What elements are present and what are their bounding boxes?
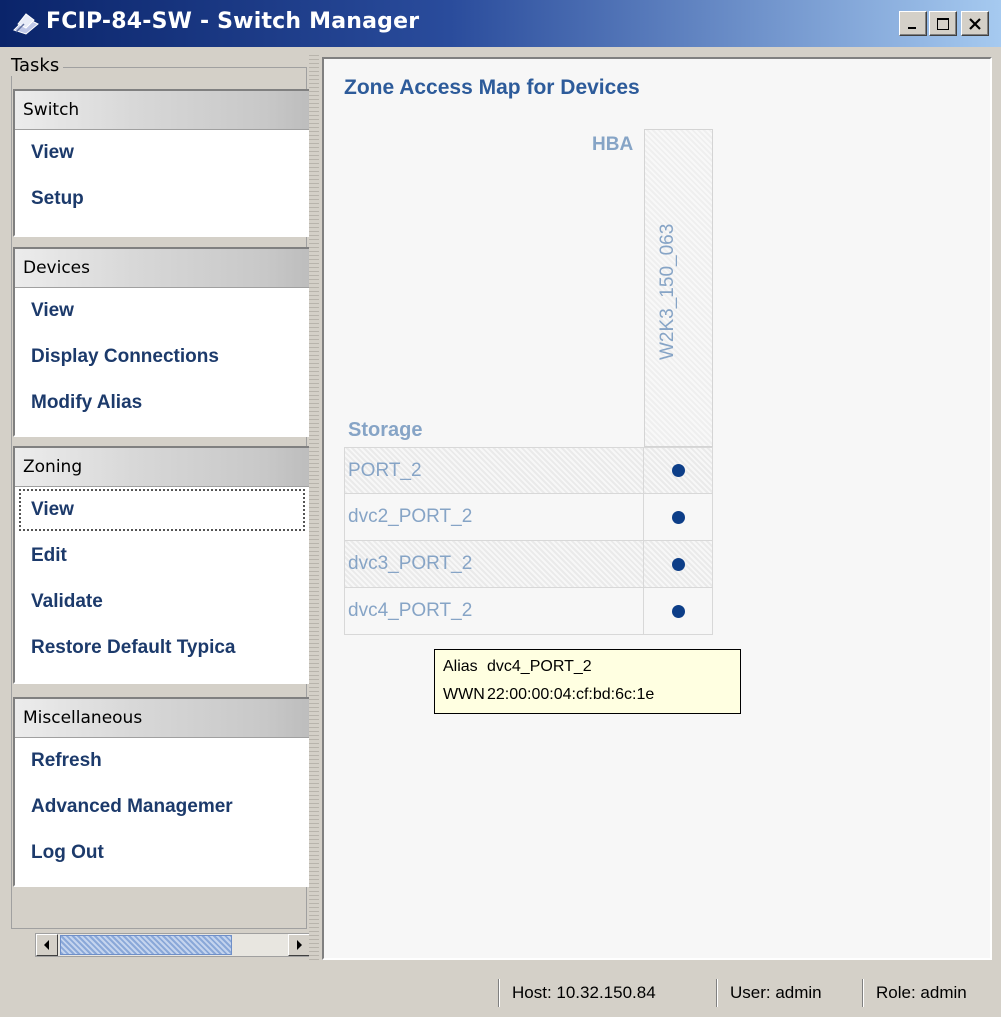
zone-member-dot [671,604,685,618]
group-header-switch: Switch [15,91,309,130]
group-header-zoning: Zoning [15,448,309,487]
window-title: FCIP-84-SW - Switch Manager [46,9,420,34]
task-log-out[interactable]: Log Out [15,830,309,876]
panel-splitter[interactable] [309,55,319,963]
hba-column-label: W2K3_150_063 [657,223,678,360]
hba-column-header[interactable]: W2K3_150_063 [644,129,713,447]
maximize-button[interactable] [929,11,957,36]
close-button[interactable] [961,11,989,36]
group-header-miscellaneous: Miscellaneous [15,699,309,738]
storage-row-label[interactable]: PORT_2 [344,447,644,494]
task-zoning-edit[interactable]: Edit [15,533,309,579]
task-zoning-validate[interactable]: Validate [15,579,309,625]
group-header-devices: Devices [15,249,309,288]
storage-axis-label: Storage [348,419,423,441]
task-modify-alias[interactable]: Modify Alias [15,380,309,426]
task-advanced-management[interactable]: Advanced Managemer [15,784,309,830]
task-switch-view[interactable]: View [15,130,309,176]
scroll-thumb[interactable] [60,935,232,955]
storage-row-label[interactable]: dvc3_PORT_2 [344,541,644,588]
status-user: User: admin [716,979,862,1007]
zone-member-dot [671,464,685,477]
device-tooltip: Alias dvc4_PORT_2 WWN 22:00:00:04:cf:bd:… [434,649,741,714]
minimize-icon [908,26,916,29]
hba-axis-label: HBA [592,134,634,155]
task-group-zoning: Zoning View Edit Validate Restore Defaul… [13,446,309,684]
tooltip-wwn-key: WWN [443,686,485,703]
storage-row: dvc2_PORT_2 [344,494,713,541]
status-bar: Host: 10.32.150.84 User: admin Role: adm… [0,965,1001,1017]
zone-cell[interactable] [644,494,713,541]
minimize-button[interactable] [899,11,927,36]
tasks-panel: Tasks Switch View Setup Devices View Dis… [9,55,309,963]
tooltip-alias-line: Alias dvc4_PORT_2 [443,653,740,681]
maximize-icon [937,17,949,30]
task-group-miscellaneous: Miscellaneous Refresh Advanced Managemer… [13,697,309,887]
scroll-left-button[interactable] [36,934,58,956]
title-bar[interactable]: FCIP-84-SW - Switch Manager [0,0,1001,47]
status-role: Role: admin [862,979,996,1007]
storage-row: dvc3_PORT_2 [344,541,713,588]
tooltip-alias-value: dvc4_PORT_2 [487,658,592,675]
task-group-switch: Switch View Setup [13,89,309,237]
storage-row-label[interactable]: dvc4_PORT_2 [344,588,644,635]
close-icon [969,17,981,30]
tooltip-alias-key: Alias [443,658,478,675]
arrow-right-icon [297,940,302,950]
task-group-devices: Devices View Display Connections Modify … [13,247,309,437]
task-switch-setup[interactable]: Setup [15,176,309,222]
storage-row-label[interactable]: dvc2_PORT_2 [344,494,644,541]
task-refresh[interactable]: Refresh [15,738,309,784]
tooltip-wwn-line: WWN 22:00:00:04:cf:bd:6c:1e [443,681,740,709]
zone-member-dot [671,510,685,524]
storage-row: PORT_2 [344,447,713,494]
zone-cell[interactable] [644,588,713,635]
tooltip-wwn-value: 22:00:00:04:cf:bd:6c:1e [487,686,655,703]
task-display-connections[interactable]: Display Connections [15,334,309,380]
tasks-horizontal-scrollbar[interactable] [35,933,309,957]
tasks-legend: Tasks [9,55,64,76]
zone-member-dot [671,557,685,571]
task-devices-view[interactable]: View [15,288,309,334]
scroll-right-button[interactable] [288,934,309,956]
page-title: Zone Access Map for Devices [344,76,640,99]
storage-row: dvc4_PORT_2 [344,588,713,635]
switch-manager-app-icon [13,13,39,35]
arrow-left-icon [44,940,49,950]
zone-cell[interactable] [644,541,713,588]
zone-cell[interactable] [644,447,713,494]
task-zoning-view[interactable]: View [17,487,307,533]
zone-access-map-panel: Zone Access Map for Devices HBA W2K3_150… [322,57,992,960]
status-host: Host: 10.32.150.84 [498,979,716,1007]
task-restore-default[interactable]: Restore Default Typica [15,625,309,671]
